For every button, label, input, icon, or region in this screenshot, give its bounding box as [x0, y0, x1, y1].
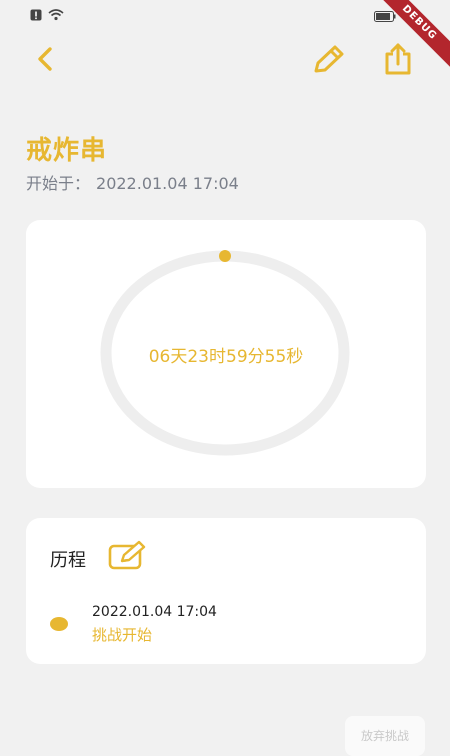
- timeline-dot: [50, 617, 68, 631]
- progress-marker: [219, 250, 231, 262]
- history-edit-button[interactable]: [108, 540, 148, 572]
- back-button[interactable]: [28, 42, 62, 76]
- start-info: 开始于： 2022.01.04 17:04: [26, 170, 245, 194]
- pencil-icon: [314, 45, 344, 73]
- history-entry-time: 2022.01.04 17:04: [92, 604, 217, 620]
- share-button[interactable]: [378, 40, 418, 78]
- give-up-button[interactable]: 放弃挑战: [345, 716, 425, 756]
- alert-icon: [30, 9, 42, 21]
- countdown-text: 06天23时59分55秒: [148, 347, 304, 367]
- history-entry-label: 挑战开始: [92, 626, 153, 644]
- battery-icon: [374, 10, 396, 22]
- status-bar: 5: [0, 0, 450, 30]
- challenge-title: 戒炸串: [26, 136, 108, 166]
- timer-card: 06天23时59分55秒: [26, 220, 426, 488]
- share-icon: [385, 43, 411, 75]
- edit-button[interactable]: [308, 42, 348, 78]
- start-time: 2022.01.04 17:04: [96, 174, 239, 193]
- start-label: 开始于：: [26, 174, 91, 193]
- wifi-icon: [48, 9, 64, 21]
- history-card: 历程 2022.01.04 17:04 挑战开始: [26, 518, 426, 664]
- history-title: 历程: [50, 550, 86, 571]
- edit-note-icon: [108, 540, 146, 570]
- chevron-left-icon: [38, 47, 52, 71]
- status-bar-left: [30, 9, 64, 21]
- top-bar: [0, 38, 450, 82]
